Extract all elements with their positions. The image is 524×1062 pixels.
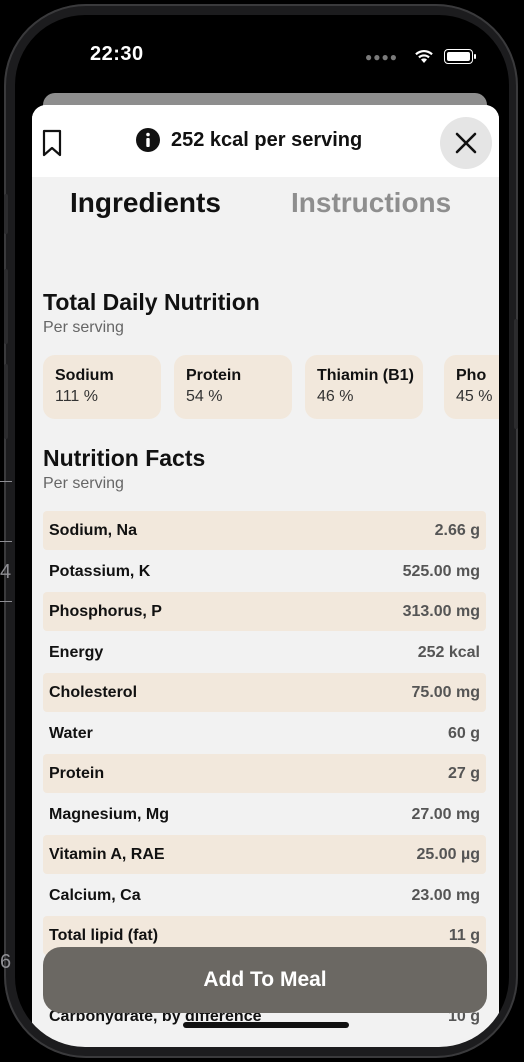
daily-nutrition-subtitle: Per serving bbox=[43, 319, 124, 336]
info-icon bbox=[136, 128, 160, 152]
fact-value: 23.00 mg bbox=[411, 886, 480, 904]
table-row: Magnesium, Mg 27.00 mg bbox=[43, 795, 486, 834]
nutrient-card-percent: 54 % bbox=[186, 388, 223, 405]
fact-name: Sodium, Na bbox=[49, 521, 138, 539]
fact-value: 525.00 mg bbox=[402, 562, 480, 580]
fact-value: 2.66 g bbox=[434, 521, 480, 539]
fact-value: 75.00 mg bbox=[411, 683, 480, 701]
table-row: Phosphorus, P 313.00 mg bbox=[43, 592, 486, 631]
nutrition-facts-subtitle: Per serving bbox=[43, 475, 124, 492]
nutrient-card-name: Thiamin (B1) bbox=[317, 367, 414, 384]
table-row: Water 60 g bbox=[43, 714, 486, 753]
fact-value: 11 g bbox=[448, 926, 480, 944]
table-row: Calcium, Ca 23.00 mg bbox=[43, 876, 486, 915]
home-indicator[interactable] bbox=[183, 1022, 349, 1028]
status-icons: ●●●● bbox=[365, 49, 476, 64]
side-button-power bbox=[514, 319, 518, 429]
edge-label: 4 bbox=[0, 561, 12, 583]
nutrient-card-name: Pho bbox=[456, 367, 487, 384]
fact-name: Water bbox=[49, 724, 93, 742]
table-row: Protein 27 g bbox=[43, 754, 486, 793]
edge-label: 6 bbox=[0, 951, 12, 973]
fact-name: Magnesium, Mg bbox=[49, 805, 170, 823]
fact-value: 25.00 µg bbox=[416, 845, 480, 863]
phone-screen: 22:30 ●●●● 252 kcal per serving Ingredie… bbox=[15, 15, 509, 1047]
bookmark-icon[interactable] bbox=[41, 129, 63, 157]
fact-value: 313.00 mg bbox=[402, 602, 480, 620]
fact-name: Phosphorus, P bbox=[49, 602, 162, 620]
fact-name: Protein bbox=[49, 764, 105, 782]
close-button[interactable] bbox=[440, 117, 492, 169]
table-row: Energy 252 kcal bbox=[43, 633, 486, 672]
nutrient-card-name: Sodium bbox=[55, 367, 114, 384]
fact-name: Energy bbox=[49, 643, 104, 661]
add-to-meal-button[interactable]: Add To Meal bbox=[43, 947, 487, 1013]
tab-instructions[interactable]: Instructions bbox=[291, 187, 451, 219]
nutrient-card-percent: 46 % bbox=[317, 388, 354, 405]
table-row: Potassium, K 525.00 mg bbox=[43, 552, 486, 591]
cellular-icon: ●●●● bbox=[365, 49, 398, 64]
nutrient-card-percent: 111 % bbox=[55, 388, 98, 405]
fact-name: Potassium, K bbox=[49, 562, 151, 580]
table-row: Sodium, Na 2.66 g bbox=[43, 511, 486, 550]
fact-name: Cholesterol bbox=[49, 683, 138, 701]
nutrient-card[interactable]: Sodium 111 % bbox=[43, 355, 161, 419]
daily-nutrition-cards: Sodium 111 % Protein 54 % Thiamin (B1) 4… bbox=[43, 355, 499, 421]
fact-name: Calcium, Ca bbox=[49, 886, 141, 904]
edge-tick bbox=[0, 601, 12, 602]
tab-bar: Ingredients Instructions bbox=[32, 187, 499, 227]
table-row: Cholesterol 75.00 mg bbox=[43, 673, 486, 712]
nutrient-card[interactable]: Thiamin (B1) 46 % bbox=[305, 355, 423, 419]
battery-icon bbox=[444, 49, 476, 64]
recipe-sheet: 252 kcal per serving Ingredients Instruc… bbox=[32, 105, 499, 1047]
fact-value: 27.00 mg bbox=[411, 805, 480, 823]
nutrient-card-percent: 45 % bbox=[456, 388, 493, 405]
fact-name: Total lipid (fat) bbox=[49, 926, 159, 944]
nutrient-card-name: Protein bbox=[186, 367, 242, 384]
nutrition-facts-title: Nutrition Facts bbox=[43, 445, 206, 471]
fact-name: Vitamin A, RAE bbox=[49, 845, 165, 863]
side-button-volume-down bbox=[4, 364, 8, 439]
edge-tick bbox=[0, 541, 12, 542]
close-icon bbox=[455, 132, 477, 154]
table-row: Vitamin A, RAE 25.00 µg bbox=[43, 835, 486, 874]
nutrient-card[interactable]: Protein 54 % bbox=[174, 355, 292, 419]
fact-value: 27 g bbox=[447, 764, 480, 782]
side-button-volume-up bbox=[4, 269, 8, 344]
side-button-silent bbox=[4, 194, 8, 234]
tab-ingredients[interactable]: Ingredients bbox=[70, 187, 221, 219]
nutrient-card[interactable]: Pho 45 % bbox=[444, 355, 499, 419]
status-time: 22:30 bbox=[90, 43, 144, 65]
fact-value: 252 kcal bbox=[417, 643, 480, 661]
wifi-icon bbox=[415, 49, 433, 63]
kcal-label: 252 kcal per serving bbox=[171, 128, 363, 151]
fact-value: 60 g bbox=[447, 724, 480, 742]
sheet-header: 252 kcal per serving bbox=[32, 105, 499, 177]
kcal-summary: 252 kcal per serving bbox=[135, 127, 362, 153]
edge-tick bbox=[0, 481, 12, 482]
daily-nutrition-title: Total Daily Nutrition bbox=[43, 289, 260, 315]
